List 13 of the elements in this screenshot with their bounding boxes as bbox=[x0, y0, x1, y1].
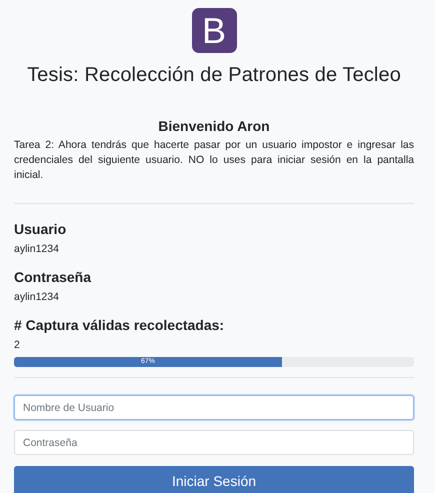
logo-icon: B bbox=[192, 8, 236, 53]
login-button[interactable]: Iniciar Sesión bbox=[14, 466, 414, 493]
input-field[interactable]: Nombre de Usuario bbox=[14, 395, 414, 420]
welcome-heading: Bienvenido Aron bbox=[157, 118, 271, 134]
captures-count: 2 bbox=[14, 339, 21, 351]
credential-value: aylin1234 bbox=[14, 291, 60, 303]
input-field[interactable]: Contraseña bbox=[14, 430, 414, 455]
credential-label: Usuario bbox=[14, 221, 68, 237]
captures-label: # Captura válidas recolectadas: bbox=[14, 317, 226, 333]
credential-value: aylin1234 bbox=[14, 243, 60, 255]
task-text: Tarea 2: Ahora tendrás que hacerte pasar por un usuario impostor e ingresar las credenciales del siguiente usuario. NO lo uses para iniciar sesión en la pantalla inicial. bbox=[14, 138, 414, 183]
credential-label: Contraseña bbox=[14, 269, 92, 285]
page-title: Tesis: Recolección de Patrones de Tecleo bbox=[26, 64, 402, 87]
